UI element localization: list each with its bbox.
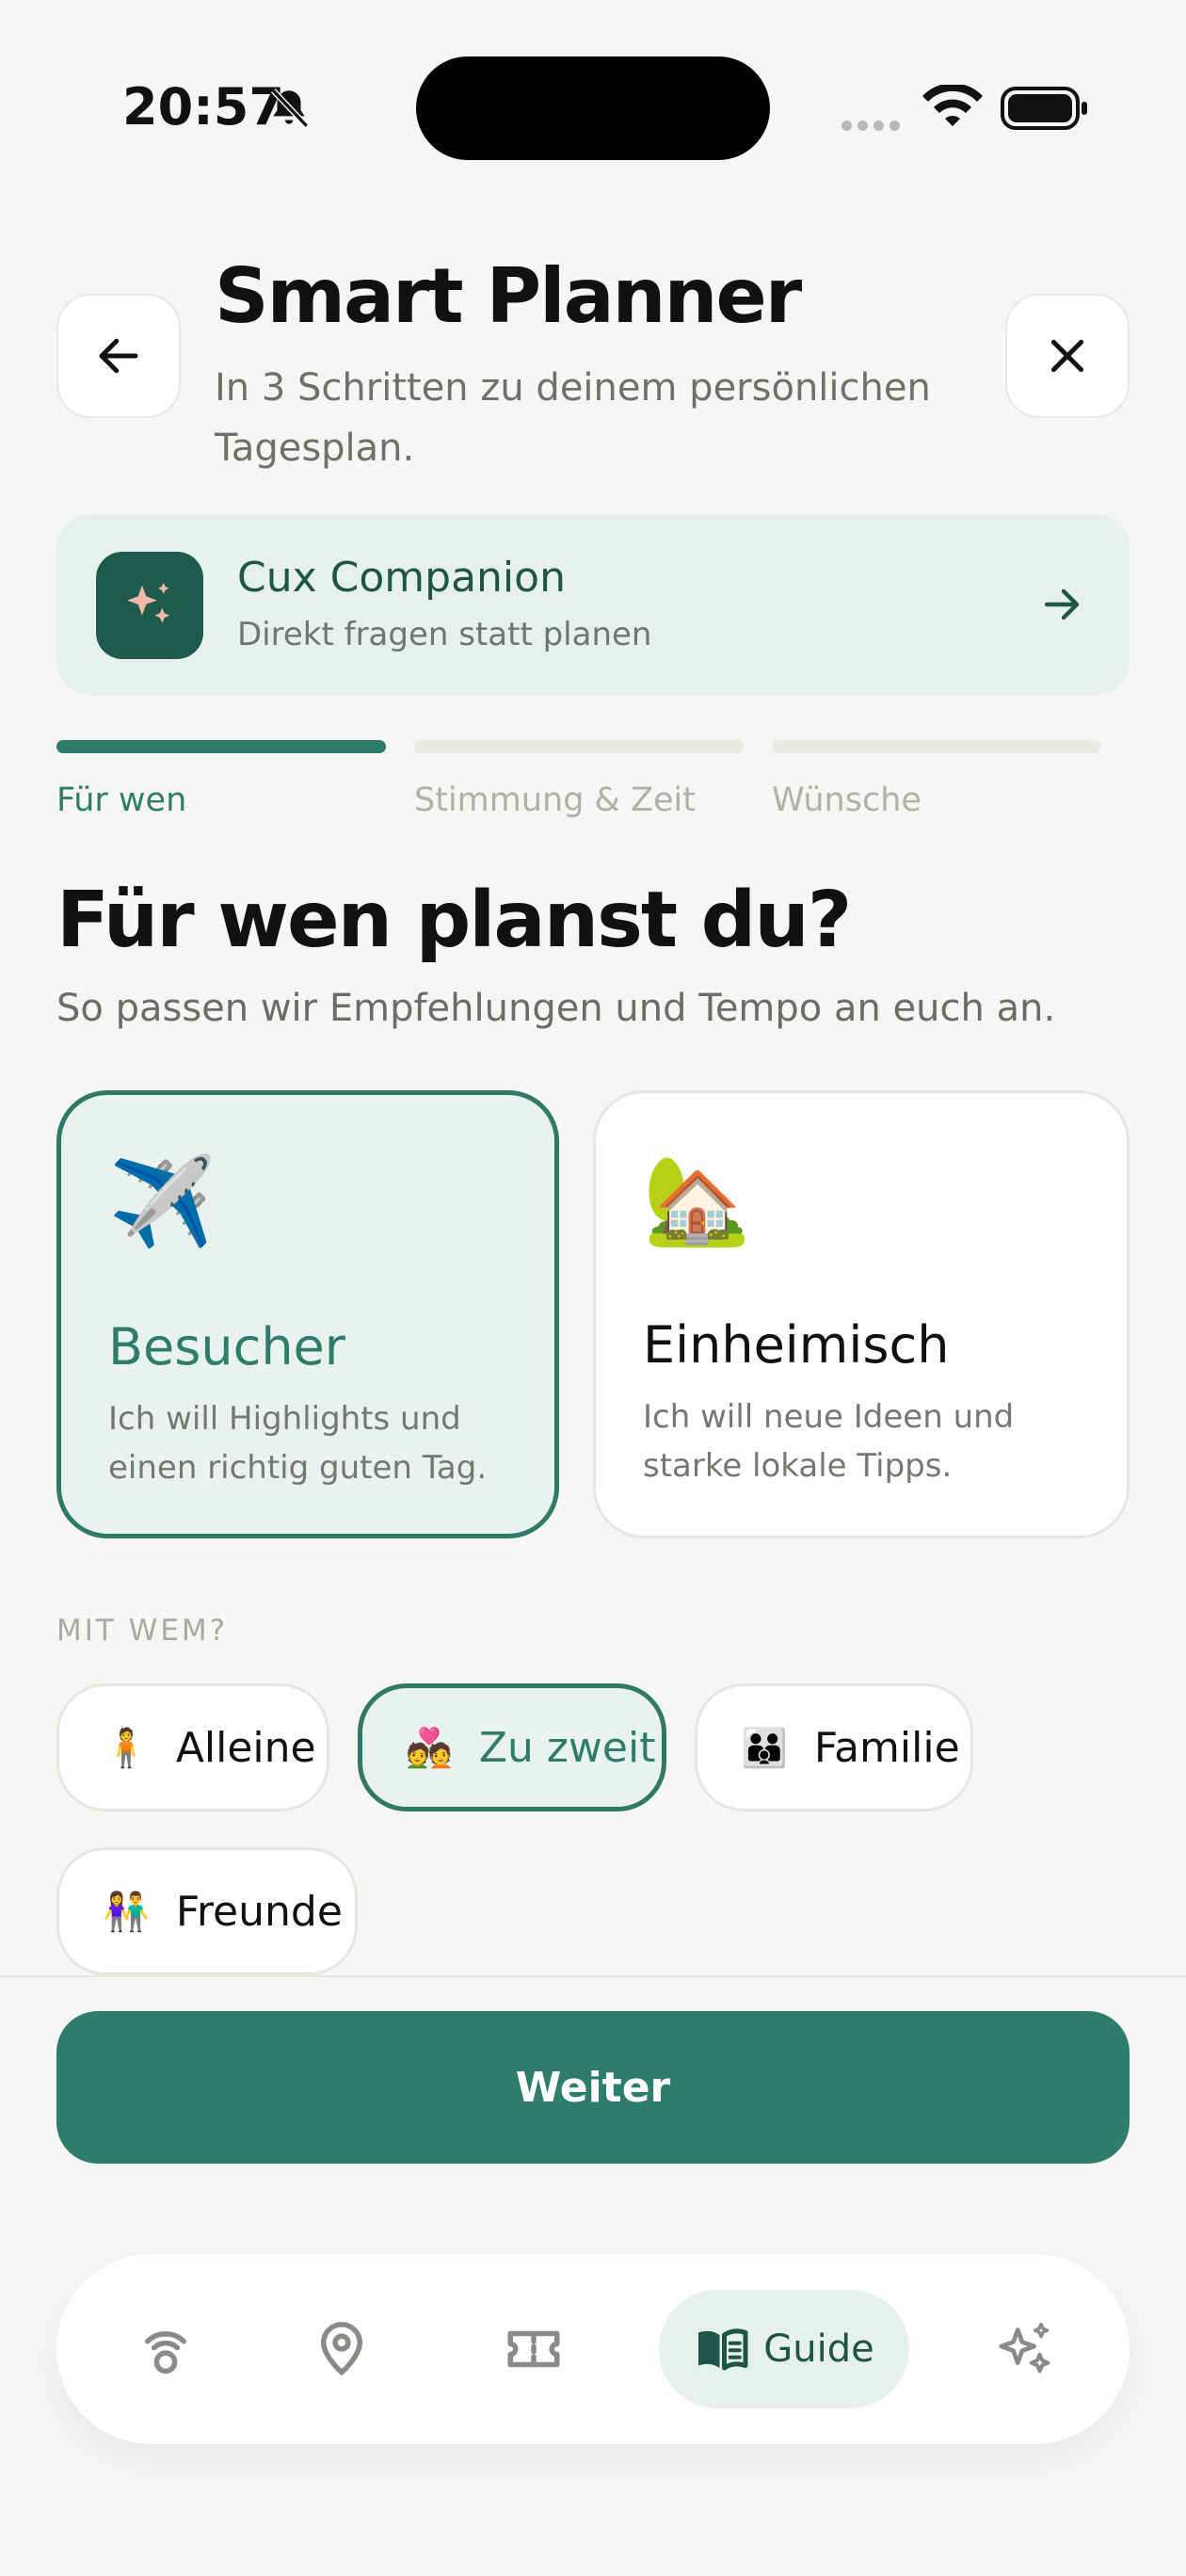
chip-freunde[interactable]: 👫 Freunde bbox=[56, 1847, 358, 1975]
progress-segment-2 bbox=[414, 740, 744, 753]
tab-guide[interactable]: Guide bbox=[659, 2290, 909, 2408]
chip-label: Familie bbox=[813, 1723, 960, 1772]
option-card-title: Einheimisch bbox=[643, 1315, 950, 1375]
step-label-stimmung-zeit[interactable]: Stimmung & Zeit bbox=[414, 781, 696, 819]
chip-label: Alleine bbox=[175, 1723, 316, 1772]
companion-subtitle: Direkt fragen statt planen bbox=[237, 616, 652, 653]
battery-icon bbox=[1001, 87, 1087, 130]
tab-map[interactable] bbox=[299, 2307, 384, 2391]
question-subtitle: So passen wir Empfehlungen und Tempo an … bbox=[56, 987, 1056, 1030]
option-card-description: Ich will Highlights und einen richtig gu… bbox=[108, 1400, 488, 1487]
arrow-left-icon bbox=[99, 338, 138, 374]
option-card-einheimisch[interactable]: 🏡 Einheimisch Ich will neue Ideen und st… bbox=[593, 1090, 1130, 1538]
book-icon bbox=[698, 2328, 748, 2371]
option-card-title: Besucher bbox=[108, 1317, 345, 1377]
house-icon: 🏡 bbox=[643, 1150, 751, 1250]
step-label-wuensche[interactable]: Wünsche bbox=[772, 781, 922, 819]
sparkles-icon bbox=[127, 583, 170, 623]
close-icon bbox=[1050, 339, 1084, 373]
close-button[interactable] bbox=[1005, 294, 1130, 418]
ticket-icon bbox=[507, 2330, 560, 2368]
bell-muted-icon bbox=[271, 89, 310, 128]
page-subtitle: In 3 Schritten zu deinem persönlichen Ta… bbox=[215, 366, 931, 470]
status-time: 20:57 bbox=[122, 77, 284, 137]
back-button[interactable] bbox=[56, 294, 181, 418]
family-icon: 👪 bbox=[741, 1726, 788, 1770]
progress-segment-3 bbox=[772, 740, 1101, 753]
companion-banner[interactable]: Cux Companion Direkt fragen statt planen bbox=[56, 514, 1130, 695]
chip-label: Zu zweit bbox=[478, 1723, 656, 1772]
section-label-mit-wem: MIT WEM? bbox=[56, 1614, 229, 1648]
tab-bar: Guide bbox=[56, 2254, 1130, 2444]
companion-title: Cux Companion bbox=[237, 554, 566, 602]
companion-avatar bbox=[96, 552, 203, 659]
dynamic-island bbox=[416, 56, 770, 160]
audio-guide-icon bbox=[145, 2331, 186, 2375]
option-card-besucher[interactable]: ✈️ Besucher Ich will Highlights und eine… bbox=[56, 1090, 559, 1538]
page-title: Smart Planner bbox=[215, 252, 802, 340]
wifi-icon bbox=[922, 85, 983, 126]
friends-icon: 👫 bbox=[103, 1890, 150, 1934]
question-title: Für wen planst du? bbox=[56, 876, 852, 965]
tab-companion[interactable] bbox=[984, 2307, 1068, 2391]
tab-audio-guide[interactable] bbox=[123, 2307, 208, 2391]
chip-familie[interactable]: 👪 Familie bbox=[695, 1683, 973, 1811]
continue-button[interactable]: Weiter bbox=[56, 2011, 1130, 2164]
sparkles-icon bbox=[999, 2323, 1050, 2374]
arrow-right-icon bbox=[1044, 588, 1080, 620]
couple-icon: 💑 bbox=[406, 1726, 453, 1770]
progress-segment-1 bbox=[56, 740, 386, 753]
tab-guide-label: Guide bbox=[763, 2327, 874, 2371]
divider bbox=[0, 1975, 1186, 1977]
airplane-icon: ✈️ bbox=[108, 1151, 216, 1252]
tab-tickets[interactable] bbox=[491, 2307, 576, 2391]
map-pin-icon bbox=[321, 2322, 362, 2375]
step-label-fuer-wen[interactable]: Für wen bbox=[56, 781, 186, 819]
person-icon: 🧍 bbox=[103, 1726, 150, 1770]
chip-zu-zweit[interactable]: 💑 Zu zweit bbox=[358, 1683, 666, 1811]
chip-label: Freunde bbox=[175, 1887, 343, 1936]
chip-alleine[interactable]: 🧍 Alleine bbox=[56, 1683, 329, 1811]
option-card-description: Ich will neue Ideen und starke lokale Ti… bbox=[643, 1398, 1015, 1485]
cellular-signal-icon bbox=[841, 117, 906, 135]
